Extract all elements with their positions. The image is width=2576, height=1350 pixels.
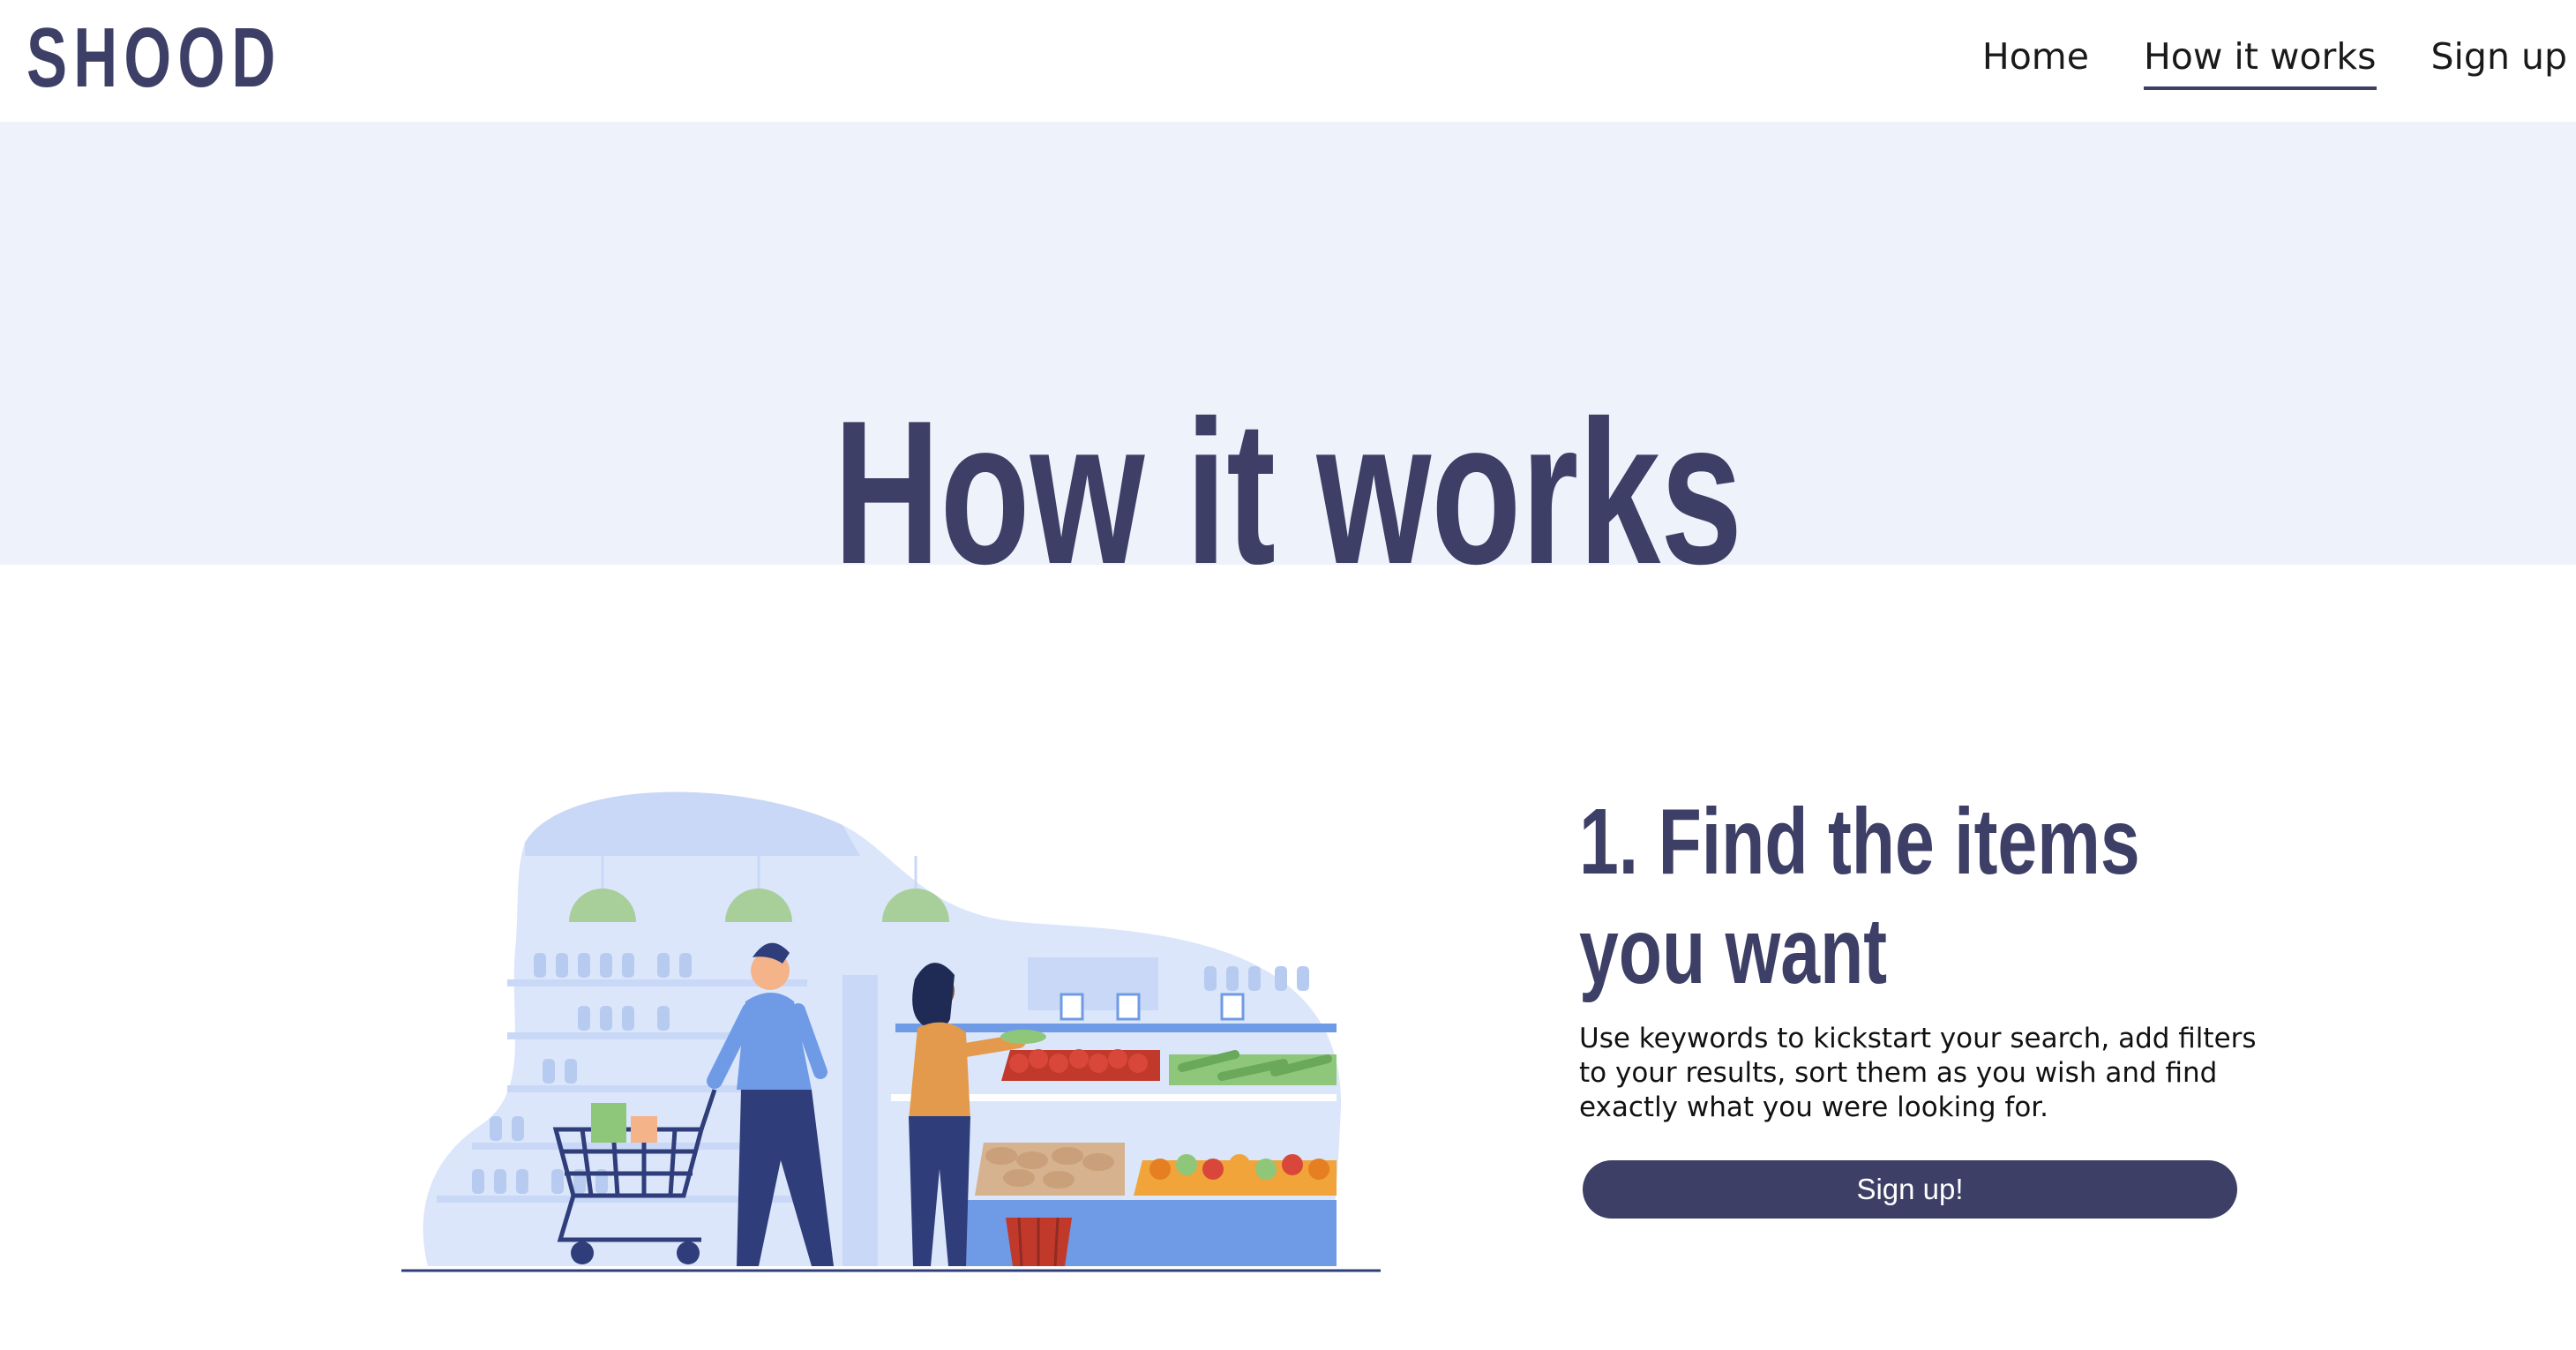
page-title: How it works (833, 379, 1743, 608)
nav-sign-up[interactable]: Sign up (2431, 32, 2567, 90)
hero-banner: How it works (0, 122, 2576, 596)
supermarket-illustration (401, 790, 1381, 1279)
nav-home[interactable]: Home (1982, 32, 2089, 90)
step-description: Use keywords to kickstart your search, a… (1579, 1023, 2257, 1123)
step-1: 1. Find the items you want Use keywords … (1579, 787, 2267, 1219)
step-title: 1. Find the items you want (1579, 790, 2140, 1003)
main-nav: Home How it works Sign up (1982, 32, 2567, 90)
top-navigation-bar: SHOOD Home How it works Sign up (0, 0, 2576, 122)
logo[interactable]: SHOOD (26, 14, 281, 102)
nav-how-it-works[interactable]: How it works (2143, 32, 2377, 90)
sign-up-button[interactable]: Sign up! (1583, 1160, 2237, 1219)
